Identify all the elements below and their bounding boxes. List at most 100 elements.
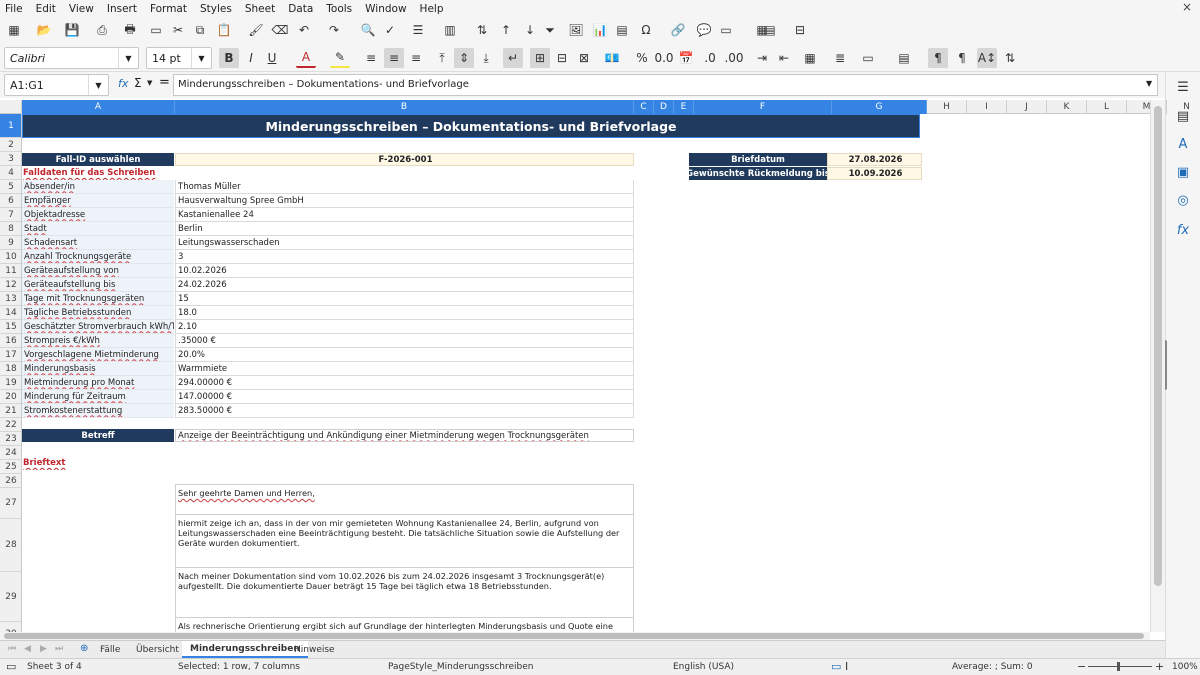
currency-format-icon[interactable]: 💶 <box>602 48 622 68</box>
merge-cells-icon[interactable]: ⊠ <box>574 48 594 68</box>
tab-nav-prev-icon[interactable]: ◀ <box>24 644 31 654</box>
field-value[interactable]: 2.10 <box>175 320 634 334</box>
decrease-indent-icon[interactable]: ⇤ <box>774 48 794 68</box>
wrap-text-icon[interactable]: ↵ <box>503 48 523 68</box>
column-header-n[interactable]: N <box>1167 100 1200 114</box>
field-value[interactable]: 294.00000 € <box>175 376 634 390</box>
date-format-icon[interactable]: 📅 <box>676 48 696 68</box>
tab-nav-next-icon[interactable]: ▶ <box>40 644 47 654</box>
hamburger-menu-icon[interactable]: ☰ <box>1173 77 1193 97</box>
field-value[interactable]: 20.0% <box>175 348 634 362</box>
borders-icon[interactable]: ▦ <box>800 48 820 68</box>
row-header-11[interactable]: 11 <box>0 264 21 278</box>
pivot-table-icon[interactable]: ▤ <box>612 20 632 40</box>
border-style-icon[interactable]: ≣ <box>830 48 850 68</box>
row-header-2[interactable]: 2 <box>0 138 21 152</box>
field-value[interactable]: Leitungswasserschaden <box>175 236 634 250</box>
row-header-18[interactable]: 18 <box>0 362 21 376</box>
sum-dropdown-icon[interactable]: ▼ <box>147 79 152 87</box>
image-icon[interactable]: 🖼 <box>566 20 586 40</box>
split-window-icon[interactable]: ⊟ <box>790 20 810 40</box>
paste-icon[interactable]: 📋 <box>214 20 234 40</box>
row-header-28[interactable]: 28 <box>0 519 21 572</box>
row-header-17[interactable]: 17 <box>0 348 21 362</box>
column-header-c[interactable]: C <box>634 100 654 114</box>
menu-edit[interactable]: Edit <box>36 3 56 15</box>
row-header-27[interactable]: 27 <box>0 488 21 519</box>
field-value[interactable]: Kastanienallee 24 <box>175 208 634 222</box>
sort-ascending-icon[interactable]: ↑ <box>496 20 516 40</box>
tab-nav-first-icon[interactable]: ⏮ <box>8 644 16 654</box>
sheet-title[interactable]: Minderungsschreiben – Dokumentations- un… <box>22 114 920 138</box>
field-value[interactable]: 283.50000 € <box>175 404 634 418</box>
freeze-rows-columns-icon[interactable]: ▤ <box>760 20 780 40</box>
row-header-22[interactable]: 22 <box>0 418 21 432</box>
hyperlink-icon[interactable]: 🔗 <box>668 20 688 40</box>
letter-paragraph-3[interactable]: Als rechnerische Orientierung ergibt sic… <box>175 618 634 632</box>
column-icon[interactable]: ▥ <box>440 20 460 40</box>
row-header-30[interactable]: 30 <box>0 622 21 633</box>
row-header-14[interactable]: 14 <box>0 306 21 320</box>
field-value[interactable]: 3 <box>175 250 634 264</box>
row-header-26[interactable]: 26 <box>0 474 21 488</box>
language[interactable]: English (USA) <box>673 662 734 672</box>
column-header-f[interactable]: F <box>694 100 832 114</box>
add-decimal-icon[interactable]: .0 <box>700 48 720 68</box>
expand-formula-icon[interactable]: ▼ <box>1146 79 1152 88</box>
sum-icon[interactable]: Σ <box>134 76 142 90</box>
tab-nav-last-icon[interactable]: ⏭ <box>55 644 63 654</box>
tab--bersicht[interactable]: Übersicht <box>128 641 187 658</box>
delete-decimal-icon[interactable]: .00 <box>724 48 744 68</box>
row-header-9[interactable]: 9 <box>0 236 21 250</box>
column-header-h[interactable]: H <box>927 100 967 114</box>
menu-insert[interactable]: Insert <box>107 3 137 15</box>
underline-icon[interactable]: U <box>262 48 282 68</box>
field-value[interactable]: 10.02.2026 <box>175 264 634 278</box>
row-header-5[interactable]: 5 <box>0 180 21 194</box>
column-header-j[interactable]: J <box>1007 100 1047 114</box>
equals-icon[interactable]: = <box>159 75 170 90</box>
print-preview-icon[interactable]: ▭ <box>146 20 166 40</box>
text-direction-rtl-icon[interactable]: ¶ <box>952 48 972 68</box>
column-header-k[interactable]: K <box>1047 100 1087 114</box>
field-value[interactable]: Warmmiete <box>175 362 634 376</box>
row-header-3[interactable]: 3 <box>0 152 21 166</box>
letter-paragraph-1[interactable]: hiermit zeige ich an, dass in der von mi… <box>175 515 634 568</box>
selection-mode-icon[interactable]: ▭ <box>831 660 841 673</box>
zoom-in-button[interactable]: + <box>1155 660 1164 673</box>
name-box[interactable]: A1:G1 ▼ <box>4 74 109 96</box>
field-value[interactable]: 15 <box>175 292 634 306</box>
row-header-29[interactable]: 29 <box>0 572 21 622</box>
header-footer-icon[interactable]: ▭ <box>716 20 736 40</box>
copy-icon[interactable]: ⧉ <box>190 20 210 40</box>
spelling-icon[interactable]: ✓ <box>380 20 400 40</box>
comment-icon[interactable]: 💬 <box>694 20 714 40</box>
select-all-corner[interactable] <box>0 100 22 114</box>
field-value[interactable]: 24.02.2026 <box>175 278 634 292</box>
align-bottom-icon[interactable]: ⤓ <box>476 48 496 68</box>
align-right-icon[interactable]: ≡ <box>406 48 426 68</box>
cut-icon[interactable]: ✂ <box>168 20 188 40</box>
tab-hinweise[interactable]: Hinweise <box>286 641 343 658</box>
print-icon[interactable]: 🖶 <box>120 20 140 40</box>
row-header-13[interactable]: 13 <box>0 292 21 306</box>
field-value[interactable]: Thomas Müller <box>175 180 634 194</box>
chevron-down-icon[interactable]: ▼ <box>191 48 211 68</box>
save-icon[interactable]: 💾 <box>62 20 82 40</box>
field-value[interactable]: .35000 € <box>175 334 634 348</box>
case-id-select[interactable]: F-2026-001 <box>175 153 634 166</box>
row-header-10[interactable]: 10 <box>0 250 21 264</box>
align-top-icon[interactable]: ⤒ <box>432 48 452 68</box>
spreadsheet-grid[interactable]: Minderungsschreiben – Dokumentations- un… <box>22 114 1150 632</box>
align-middle-icon[interactable]: ⇕ <box>454 48 474 68</box>
function-wizard-icon[interactable]: fx <box>118 77 128 90</box>
row-header-23[interactable]: 23 <box>0 432 21 446</box>
page-style[interactable]: PageStyle_Minderungsschreiben <box>388 662 533 672</box>
align-center-icon[interactable]: ≡ <box>384 48 404 68</box>
menu-help[interactable]: Help <box>420 3 444 15</box>
vertical-text-icon[interactable]: A↕ <box>977 48 997 68</box>
tab-f-lle[interactable]: Fälle <box>92 641 128 658</box>
row-header-25[interactable]: 25 <box>0 460 21 474</box>
row-header-4[interactable]: 4 <box>0 166 21 180</box>
letter-greeting[interactable]: Sehr geehrte Damen und Herren, <box>175 484 634 515</box>
